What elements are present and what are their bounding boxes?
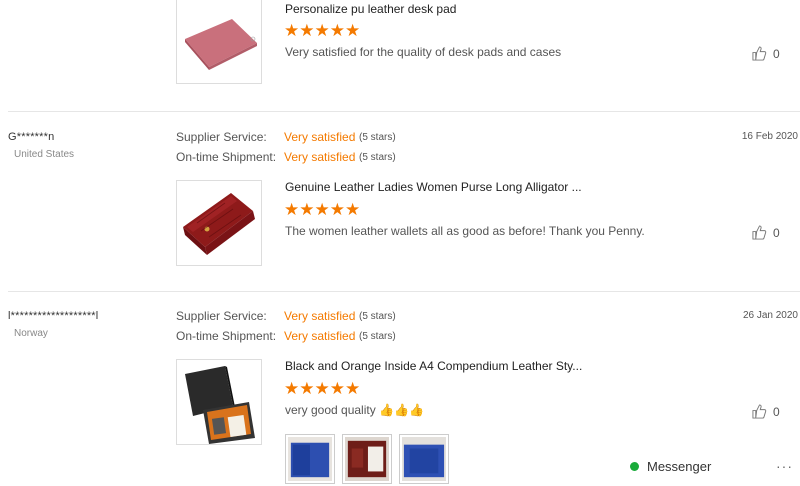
online-status-dot-icon xyxy=(630,462,639,471)
messenger-button[interactable]: Messenger xyxy=(630,459,711,474)
review-photo-image xyxy=(402,437,446,481)
shipment-value: Very satisfied xyxy=(284,329,356,343)
divider xyxy=(8,291,800,292)
like-count: 0 xyxy=(773,46,780,61)
messenger-label: Messenger xyxy=(647,459,712,474)
buyer-name: G*******n xyxy=(8,131,55,143)
review-date: 16 Feb 2020 xyxy=(741,131,798,142)
review-comment: very good quality 👍👍👍 xyxy=(285,403,424,417)
star-rating: ★★★★★ xyxy=(284,200,361,219)
shipment-label: On-time Shipment: xyxy=(176,150,277,164)
product-title[interactable]: Genuine Leather Ladies Women Purse Long … xyxy=(285,180,582,194)
product-thumbnail[interactable] xyxy=(176,0,262,84)
supplier-service-stars: (5 stars) xyxy=(359,132,396,143)
supplier-service-value: Very satisfied xyxy=(284,130,356,144)
product-thumbnail[interactable] xyxy=(176,359,262,445)
wallet-image xyxy=(183,193,255,255)
shipment-value: Very satisfied xyxy=(284,150,356,164)
buyer-country: United States xyxy=(14,149,75,160)
like-count: 0 xyxy=(773,225,780,240)
like-button[interactable]: 0 xyxy=(752,404,780,419)
product-title[interactable]: Black and Orange Inside A4 Compendium Le… xyxy=(285,359,582,373)
like-button[interactable]: 0 xyxy=(752,46,780,61)
review-photo[interactable] xyxy=(399,434,449,484)
review-comment: Very satisfied for the quality of desk p… xyxy=(285,45,562,59)
star-rating: ★★★★★ xyxy=(284,21,361,40)
buyer-country: Norway xyxy=(14,328,48,339)
review-date: 26 Jan 2020 xyxy=(742,310,798,321)
more-options-icon[interactable]: ··· xyxy=(776,458,793,474)
supplier-service-label: Supplier Service: xyxy=(176,130,267,144)
buyer-name: l*******************l xyxy=(8,310,99,322)
shipment-stars: (5 stars) xyxy=(359,152,396,163)
shipment-stars: (5 stars) xyxy=(359,331,396,342)
review-photo-image xyxy=(288,437,332,481)
thumbs-up-icon xyxy=(752,404,767,419)
like-button[interactable]: 0 xyxy=(752,225,780,240)
supplier-service-stars: (5 stars) xyxy=(359,311,396,322)
review-photo[interactable] xyxy=(285,434,335,484)
divider xyxy=(8,111,800,112)
like-count: 0 xyxy=(773,404,780,419)
thumbs-up-icon xyxy=(752,46,767,61)
shipment-label: On-time Shipment: xyxy=(176,329,277,343)
star-rating: ★★★★★ xyxy=(284,379,361,398)
review-comment: The women leather wallets all as good as… xyxy=(285,224,645,238)
review-photo-image xyxy=(345,437,389,481)
thumbs-up-icon xyxy=(752,225,767,240)
product-thumbnail[interactable] xyxy=(176,180,262,266)
desk-pad-image xyxy=(185,19,257,70)
product-title[interactable]: Personalize pu leather desk pad xyxy=(285,2,456,16)
supplier-service-value: Very satisfied xyxy=(284,309,356,323)
supplier-service-label: Supplier Service: xyxy=(176,309,267,323)
compendium-image xyxy=(185,366,255,444)
review-photo[interactable] xyxy=(342,434,392,484)
